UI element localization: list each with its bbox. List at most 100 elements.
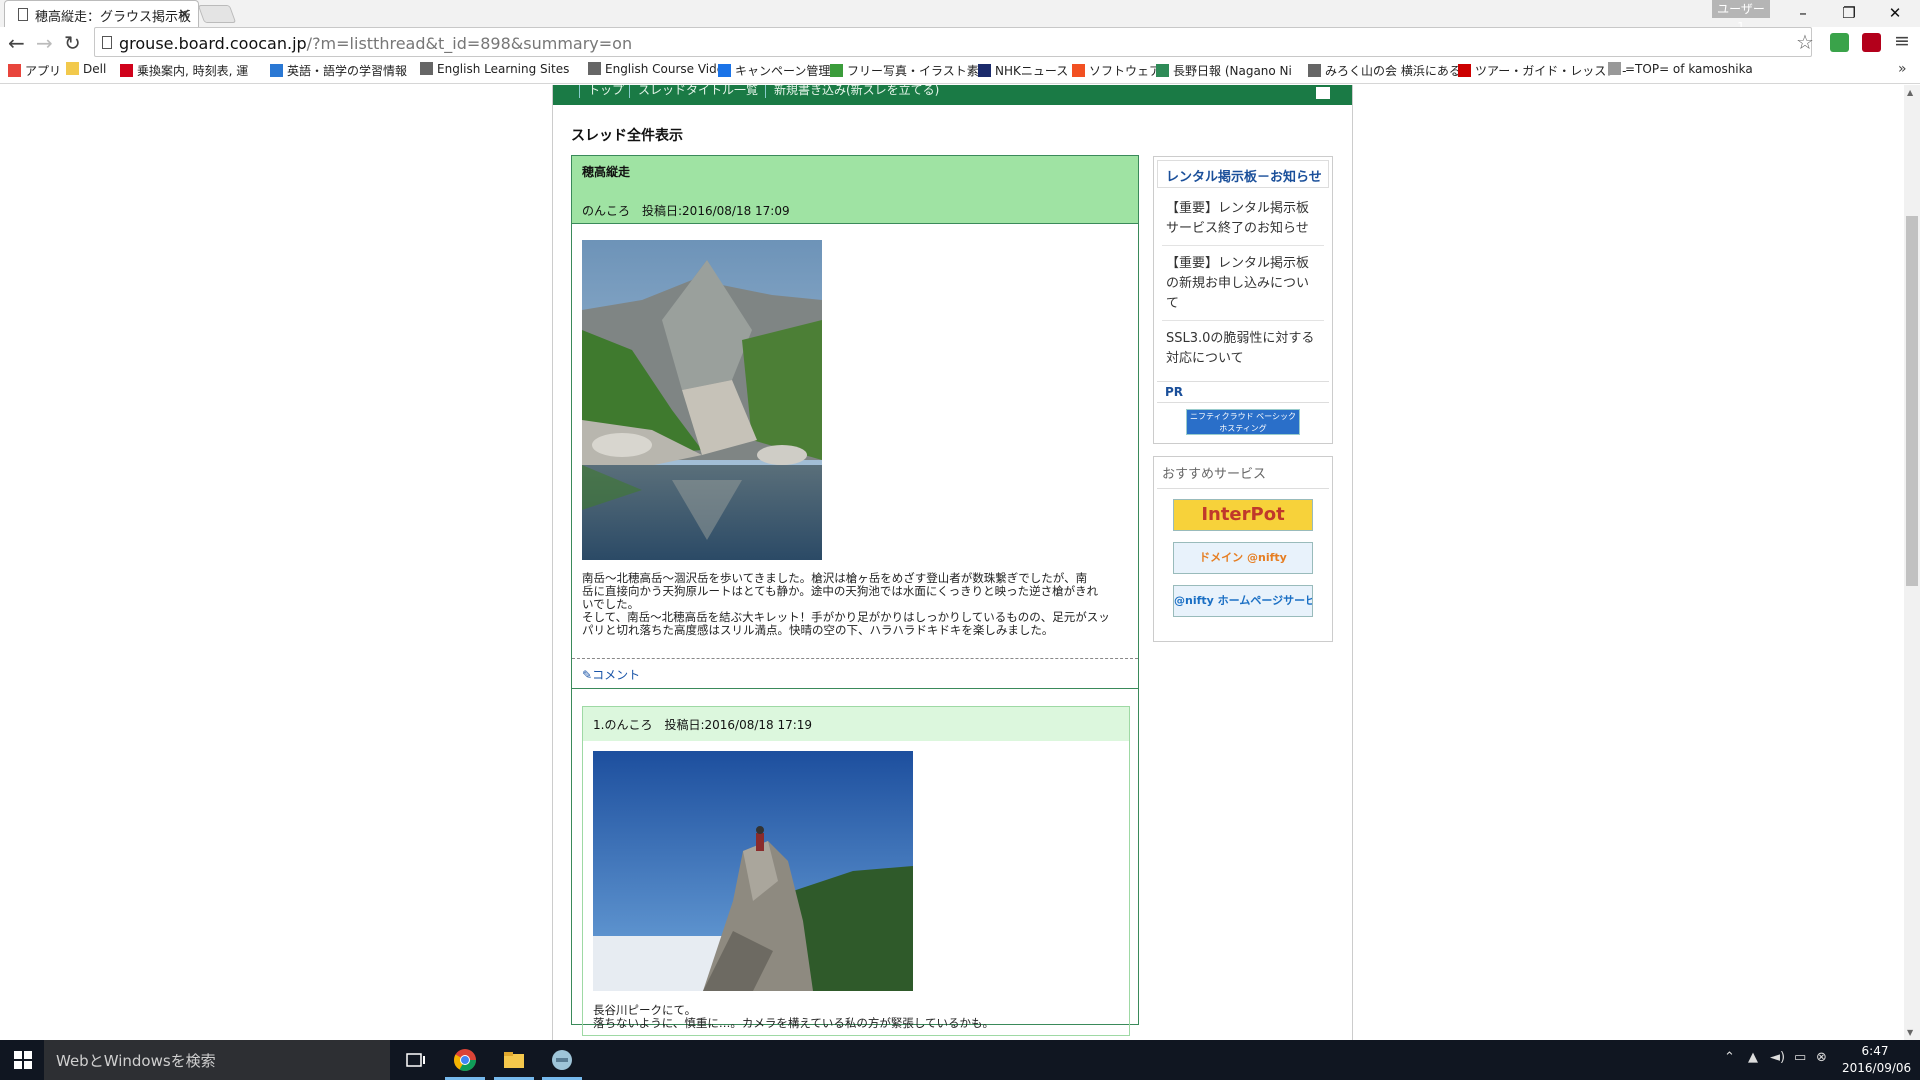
thread-title: 穂高縦走: [582, 165, 631, 179]
bookmark-item[interactable]: 英語・語学の学習情報: [270, 62, 407, 80]
notice-item[interactable]: SSL3.0の脆弱性に対する対応について: [1162, 321, 1324, 375]
notice-box: レンタル掲示板－お知らせ 【重要】レンタル掲示板サービス終了のお知らせ 【重要】…: [1153, 156, 1333, 444]
bookmark-item[interactable]: NHKニュース: [978, 62, 1068, 80]
volume-icon[interactable]: ◄): [1770, 1050, 1785, 1065]
url-path: /?m=listthread&t_id=898&summary=on: [306, 34, 633, 53]
bookmark-item[interactable]: English Learning Sites: [420, 62, 569, 80]
thread-body-line: 岳に直接向かう天狗原ルートはとても静か。途中の天狗池では水面にくっきりと映った逆…: [582, 584, 1099, 598]
home-icon[interactable]: [1316, 87, 1330, 99]
extension-evernote-icon[interactable]: [1830, 33, 1849, 52]
pr-banner[interactable]: ニフティクラウド ベーシックホスティング: [1186, 409, 1300, 435]
bookmark-label: =TOP= of kamoshika: [1625, 62, 1753, 76]
site-icon: [1458, 64, 1471, 77]
bookmarks-bar: アプリ Dell 乗換案内, 時刻表, 運 英語・語学の学習情報 English Lea…: [0, 58, 1920, 84]
close-window-button[interactable]: ✕: [1872, 0, 1918, 26]
reply-body: 長谷川ピークにて。 落ちないように、慎重に…。カメラを構えている私の方が緊張して…: [593, 1004, 994, 1030]
notice-item[interactable]: 【重要】レンタル掲示板サービス終了のお知らせ: [1162, 191, 1324, 246]
notice-item[interactable]: 【重要】レンタル掲示板の新規お申し込みについて: [1162, 246, 1324, 321]
nav-new-post-link[interactable]: 新規書き込み(新スレを立てる): [765, 85, 939, 98]
reply-header: 1.のんころ 投稿日:2016/08/18 17:19: [583, 707, 1129, 741]
minimize-button[interactable]: –: [1780, 0, 1826, 26]
recommend-banner[interactable]: @nifty ホームページサービス: [1173, 585, 1313, 617]
tab-close-icon[interactable]: ×: [178, 4, 191, 23]
bookmark-label: NHKニュース: [995, 64, 1069, 78]
comment-bar: ✎コメント: [572, 658, 1138, 689]
comment-link[interactable]: ✎コメント: [582, 666, 640, 683]
ridge-climber-photo[interactable]: [593, 751, 913, 991]
chrome-taskbar-icon[interactable]: [453, 1048, 477, 1072]
scroll-up-icon[interactable]: ▲: [1907, 88, 1913, 97]
bookmark-label: ソフトウェア: [1089, 64, 1162, 78]
bookmark-item[interactable]: Dell: [66, 62, 106, 80]
bookmark-item[interactable]: =TOP= of kamoshika: [1608, 62, 1753, 80]
bookmark-item[interactable]: ソフトウェア: [1072, 62, 1161, 80]
board-nav: トップ スレッドタイトル一覧 新規書き込み(新スレを立てる): [553, 85, 1352, 105]
task-view-icon[interactable]: [404, 1048, 428, 1072]
site-icon: [270, 64, 283, 77]
tray-expand-icon[interactable]: ⌃: [1724, 1050, 1735, 1065]
network-icon[interactable]: ▲: [1748, 1050, 1758, 1065]
back-arrow-icon[interactable]: ←: [8, 31, 25, 55]
nav-top-link[interactable]: トップ: [579, 85, 624, 98]
bookmark-item[interactable]: みろく山の会 横浜にある: [1308, 62, 1461, 80]
clock-date: 2016/09/06: [1842, 1061, 1912, 1075]
bookmark-item[interactable]: キャンペーン管理: [718, 62, 830, 80]
thread-header: 穂高縦走 のんころ 投稿日:2016/08/18 17:09: [572, 156, 1138, 224]
bookmark-star-icon[interactable]: ☆: [1796, 30, 1814, 54]
notification-icon[interactable]: ▭: [1794, 1050, 1806, 1065]
bookmark-item[interactable]: 乗換案内, 時刻表, 運: [120, 62, 248, 80]
mountain-photo[interactable]: [582, 240, 822, 560]
clock-time: 6:47: [1861, 1044, 1889, 1058]
scroll-down-icon[interactable]: ▼: [1907, 1028, 1913, 1037]
bookmark-item[interactable]: 長野日報 (Nagano Ni: [1156, 62, 1292, 80]
bookmark-label: キャンペーン管理: [735, 64, 831, 78]
bookmark-label: English Course Video: [605, 62, 732, 76]
forward-arrow-icon[interactable]: →: [36, 31, 53, 55]
bookmarks-overflow-icon[interactable]: »: [1898, 61, 1907, 77]
app-taskbar-icon[interactable]: [550, 1048, 574, 1072]
bookmark-item[interactable]: ツアー・ガイド・レッスン -: [1458, 62, 1626, 80]
address-bar[interactable]: grouse.board.coocan.jp/?m=listthread&t_i…: [94, 27, 1812, 57]
windows-taskbar: WebとWindowsを検索 ⌃ ▲ ◄) ▭ ⊗ 6:47 2016/09/0…: [0, 1040, 1920, 1080]
reload-icon[interactable]: ↻: [64, 31, 81, 55]
windows-start-icon[interactable]: [14, 1051, 32, 1069]
yahoo-icon: [120, 64, 133, 77]
taskbar-clock[interactable]: 6:47 2016/09/06: [1842, 1043, 1912, 1077]
nhk-icon: [978, 64, 991, 77]
site-icon: [1608, 62, 1621, 75]
bookmark-label: 乗換案内, 時刻表, 運: [137, 64, 249, 78]
recommend-banner[interactable]: InterPot: [1173, 499, 1313, 531]
scrollbar-thumb[interactable]: [1906, 216, 1918, 586]
folder-icon: [66, 62, 79, 75]
apps-grid-icon: [8, 64, 21, 77]
thread-body-line: パリと切れ落ちた高度感はスリル満点。快晴の空の下、ハラハラドキドキを楽しみました…: [582, 623, 1054, 637]
extension-acrobat-icon[interactable]: [1862, 33, 1881, 52]
browser-tab[interactable]: 穂高縦走：グラウス掲示板 ×: [4, 0, 199, 27]
bookmark-item[interactable]: アプリ: [8, 62, 61, 80]
bookmark-label: Dell: [83, 62, 107, 76]
profile-badge[interactable]: ユーザー 1: [1712, 0, 1770, 34]
page-icon: [1308, 64, 1321, 77]
bookmark-label: アプリ: [25, 64, 62, 78]
reply-box: 1.のんころ 投稿日:2016/08/18 17:19 長谷川ピークにて。 落ち…: [582, 706, 1130, 1036]
thread-body: 南岳～北穂高岳～涸沢岳を歩いてきました。槍沢は槍ヶ岳をめざす登山者が数珠繋ぎでし…: [582, 572, 1130, 637]
windows-logo-icon: [1072, 64, 1085, 77]
recommend-box: おすすめサービス InterPot ドメイン @nifty @nifty ホームペー…: [1153, 456, 1333, 642]
page-icon: [588, 62, 601, 75]
page-viewport: トップ スレッドタイトル一覧 新規書き込み(新スレを立てる) スレッド全件表示 …: [0, 85, 1920, 1040]
tray-close-icon[interactable]: ⊗: [1816, 1050, 1827, 1065]
page-info-icon[interactable]: [102, 36, 112, 49]
tab-title: 穂高縦走：グラウス掲示板: [35, 10, 192, 25]
bookmark-item[interactable]: フリー写真・イラスト素材: [830, 62, 991, 80]
chrome-menu-icon[interactable]: ≡: [1894, 30, 1910, 52]
recommend-banner[interactable]: ドメイン @nifty: [1173, 542, 1313, 574]
restore-button[interactable]: ❐: [1826, 0, 1872, 26]
nav-thread-list-link[interactable]: スレッドタイトル一覧: [629, 85, 758, 98]
new-tab-button[interactable]: [197, 5, 237, 23]
file-explorer-icon[interactable]: [502, 1048, 526, 1072]
bookmark-item[interactable]: English Course Video: [588, 62, 731, 80]
taskbar-search[interactable]: WebとWindowsを検索: [44, 1040, 390, 1080]
recommend-title: おすすめサービス: [1157, 457, 1329, 489]
bookmark-label: 長野日報 (Nagano Ni: [1173, 64, 1292, 78]
bookmark-label: フリー写真・イラスト素材: [847, 64, 991, 78]
